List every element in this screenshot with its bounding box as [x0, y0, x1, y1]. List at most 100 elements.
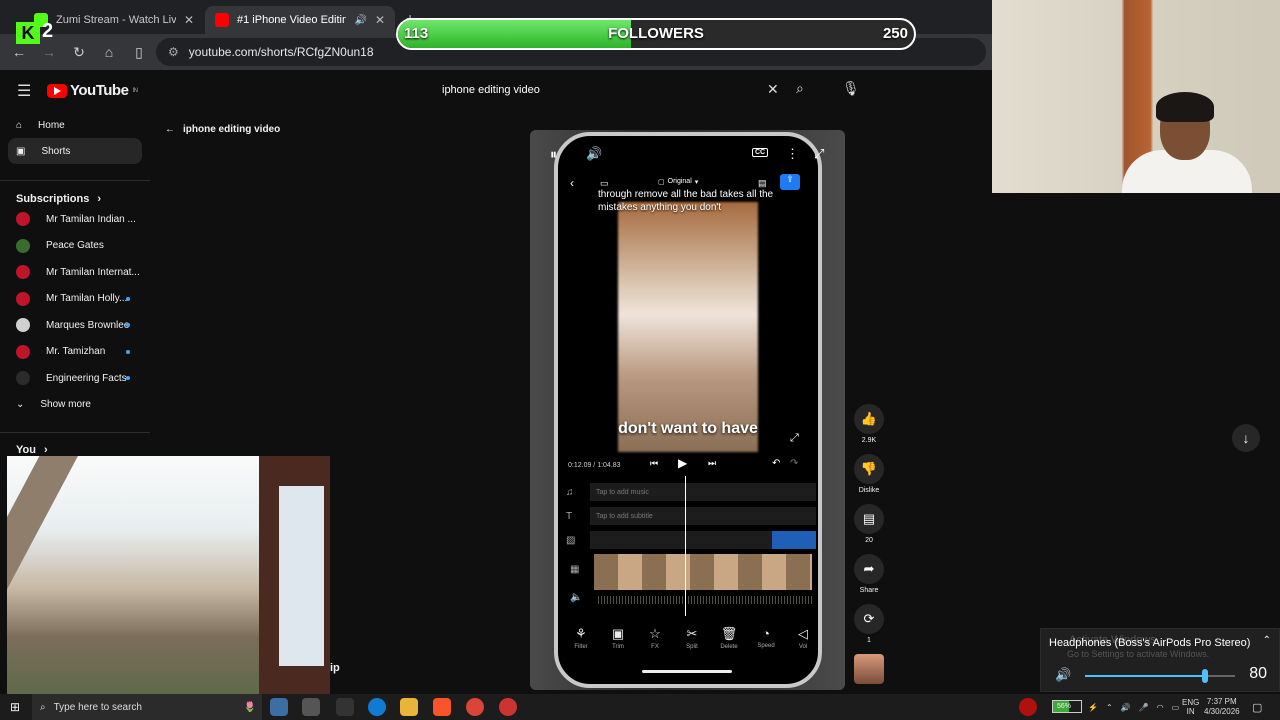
- sidebar-subscription[interactable]: Mr. Tamizhan: [0, 339, 150, 366]
- clock-time: 7:37 PM: [1206, 697, 1237, 706]
- sidebar-subscription[interactable]: Mr Tamilan Holly...: [0, 286, 150, 313]
- sidebar-subscription[interactable]: Mr Tamilan Internat...: [0, 259, 150, 286]
- editor-tool-speed: ◔ Speed: [751, 626, 781, 650]
- speaker-icon[interactable]: 🔊: [354, 15, 366, 26]
- taskbar-search[interactable]: ⌕ Type here to search 🌷: [32, 694, 262, 720]
- back-to-search-link[interactable]: ← iphone editing video: [165, 124, 280, 135]
- you-header[interactable]: You ›: [0, 431, 150, 458]
- channel-avatar-icon: [16, 265, 30, 280]
- sidebar-item-shorts[interactable]: ▣ Shorts: [8, 138, 142, 164]
- youtube-logo[interactable]: YouTube IN: [47, 82, 138, 99]
- sidebar-subscription[interactable]: Marques Brownlee: [0, 312, 150, 339]
- subscriptions-header[interactable]: Subscriptions ›: [0, 180, 150, 206]
- power-icon[interactable]: ⚡: [1088, 703, 1098, 712]
- network-icon[interactable]: ▭: [1172, 703, 1180, 712]
- region-code: IN: [1186, 707, 1195, 716]
- chevron-up-icon[interactable]: ⌃: [1106, 703, 1113, 712]
- speaker-icon[interactable]: 🔊: [1121, 703, 1131, 712]
- remix-button[interactable]: ⟳ 1: [852, 604, 886, 644]
- search-value: iphone editing video: [442, 84, 540, 96]
- sidebar-toggle-icon[interactable]: ▯: [124, 44, 154, 61]
- skip-forward-icon: ⏭: [708, 458, 717, 468]
- obs-icon[interactable]: [499, 698, 517, 716]
- subscription-name: Mr Tamilan Indian ...: [46, 213, 136, 225]
- volume-slider-thumb[interactable]: [1202, 669, 1208, 683]
- dislike-label: Dislike: [858, 487, 880, 494]
- notifications-icon[interactable]: ▢: [1252, 694, 1262, 720]
- music-track: ♫ Tap to add music: [566, 482, 816, 502]
- overlay-clip: [772, 531, 816, 549]
- file-explorer-icon[interactable]: [400, 698, 418, 716]
- channel-avatar-icon: [16, 318, 30, 333]
- shorts-player[interactable]: ‹ ▭ ▢ Original ▾ ▤ ⇪ through remove all …: [530, 130, 845, 690]
- sidebar-subscription[interactable]: Mr Tamilan Indian ...: [0, 206, 150, 233]
- wifi-icon[interactable]: ◠: [1157, 703, 1164, 712]
- system-tray: ⚡ ⌃ 🔊 🎤 ◠ ▭: [1088, 694, 1179, 720]
- volume-icon: 🔈: [570, 592, 583, 603]
- like-button[interactable]: 👍 2.9K: [852, 404, 886, 444]
- back-link-label: iphone editing video: [183, 124, 281, 135]
- followers-label: FOLLOWERS: [608, 25, 704, 42]
- sidebar-item-label: Home: [38, 119, 65, 131]
- followers-goal-bar: 113 FOLLOWERS 250: [396, 18, 916, 50]
- microphone-icon[interactable]: 🎤: [1139, 703, 1149, 712]
- site-info-icon[interactable]: ⚙: [168, 45, 179, 59]
- chevron-up-icon[interactable]: ⌃: [1263, 635, 1271, 646]
- phone-video-frame: ‹ ▭ ▢ Original ▾ ▤ ⇪ through remove all …: [554, 132, 822, 688]
- new-content-dot: [126, 296, 130, 301]
- battery-indicator[interactable]: 56%: [1052, 700, 1082, 713]
- edge-icon[interactable]: [368, 698, 386, 716]
- captions-icon[interactable]: CC: [752, 148, 769, 157]
- show-more-button[interactable]: ⌄ Show more: [0, 392, 150, 418]
- search-icon[interactable]: ⌕: [796, 80, 804, 97]
- comments-button[interactable]: ▤ 20: [852, 504, 886, 544]
- brave-icon[interactable]: [433, 698, 451, 716]
- app-icon[interactable]: [302, 698, 320, 716]
- text-icon: T: [566, 510, 573, 522]
- tulips-icon: 🌷: [243, 701, 256, 713]
- sidebar-subscription[interactable]: Engineering Facts: [0, 365, 150, 392]
- new-content-dot: [126, 349, 130, 354]
- search-input[interactable]: iphone editing video: [432, 76, 822, 104]
- next-short-button[interactable]: ↓: [1232, 424, 1260, 452]
- microphone-icon[interactable]: 🎙: [842, 80, 860, 97]
- clock-date: 4/30/2026: [1204, 707, 1240, 716]
- windows-start-icon[interactable]: ⊞: [10, 700, 20, 714]
- play-icon: ▶: [678, 456, 688, 470]
- home-icon[interactable]: ⌂: [94, 44, 124, 60]
- language-indicator[interactable]: ENG IN: [1182, 694, 1199, 720]
- close-tab-icon[interactable]: ✕: [184, 13, 194, 27]
- delete-icon: 🗑: [720, 626, 738, 641]
- audio-waveform: [598, 596, 812, 604]
- back-arrow-icon[interactable]: ←: [4, 44, 34, 60]
- pause-icon[interactable]: ⏸: [550, 146, 557, 163]
- more-options-icon[interactable]: ⋮: [786, 146, 799, 162]
- fx-icon: ☆: [649, 626, 661, 641]
- share-button[interactable]: ➦ Share: [852, 554, 886, 594]
- sidebar-subscription[interactable]: Peace Gates: [0, 233, 150, 260]
- reload-icon[interactable]: ↻: [64, 44, 94, 61]
- new-content-dot: [126, 376, 130, 381]
- dislike-button[interactable]: 👎 Dislike: [852, 454, 886, 494]
- mute-icon[interactable]: 🔊: [586, 146, 602, 162]
- forward-arrow-icon[interactable]: →: [34, 44, 64, 60]
- channel-avatar-icon: [16, 212, 30, 227]
- channel-avatar[interactable]: [852, 654, 886, 684]
- record-icon[interactable]: [1019, 698, 1037, 716]
- new-content-dot: [126, 323, 130, 328]
- terminal-icon[interactable]: [336, 698, 354, 716]
- sidebar-item-home[interactable]: ⌂ Home: [0, 112, 150, 138]
- channel-avatar-icon: [16, 238, 30, 253]
- task-view-icon[interactable]: [270, 698, 288, 716]
- clock[interactable]: 7:37 PM 4/30/2026: [1204, 694, 1240, 720]
- tab-youtube[interactable]: #1 iPhone Video Editing Tip - Yo 🔊 ✕: [205, 6, 395, 34]
- speaker-icon[interactable]: 🔊: [1055, 667, 1071, 683]
- thumbs-up-icon: 👍: [854, 404, 884, 434]
- volume-slider[interactable]: [1085, 669, 1235, 683]
- chevron-right-icon: ›: [43, 444, 48, 456]
- expand-icon[interactable]: ⤢: [814, 146, 824, 162]
- close-tab-icon[interactable]: ✕: [375, 13, 385, 27]
- clear-search-icon[interactable]: ✕: [767, 81, 779, 98]
- menu-icon[interactable]: ☰: [17, 81, 31, 101]
- chrome-icon[interactable]: [466, 698, 484, 716]
